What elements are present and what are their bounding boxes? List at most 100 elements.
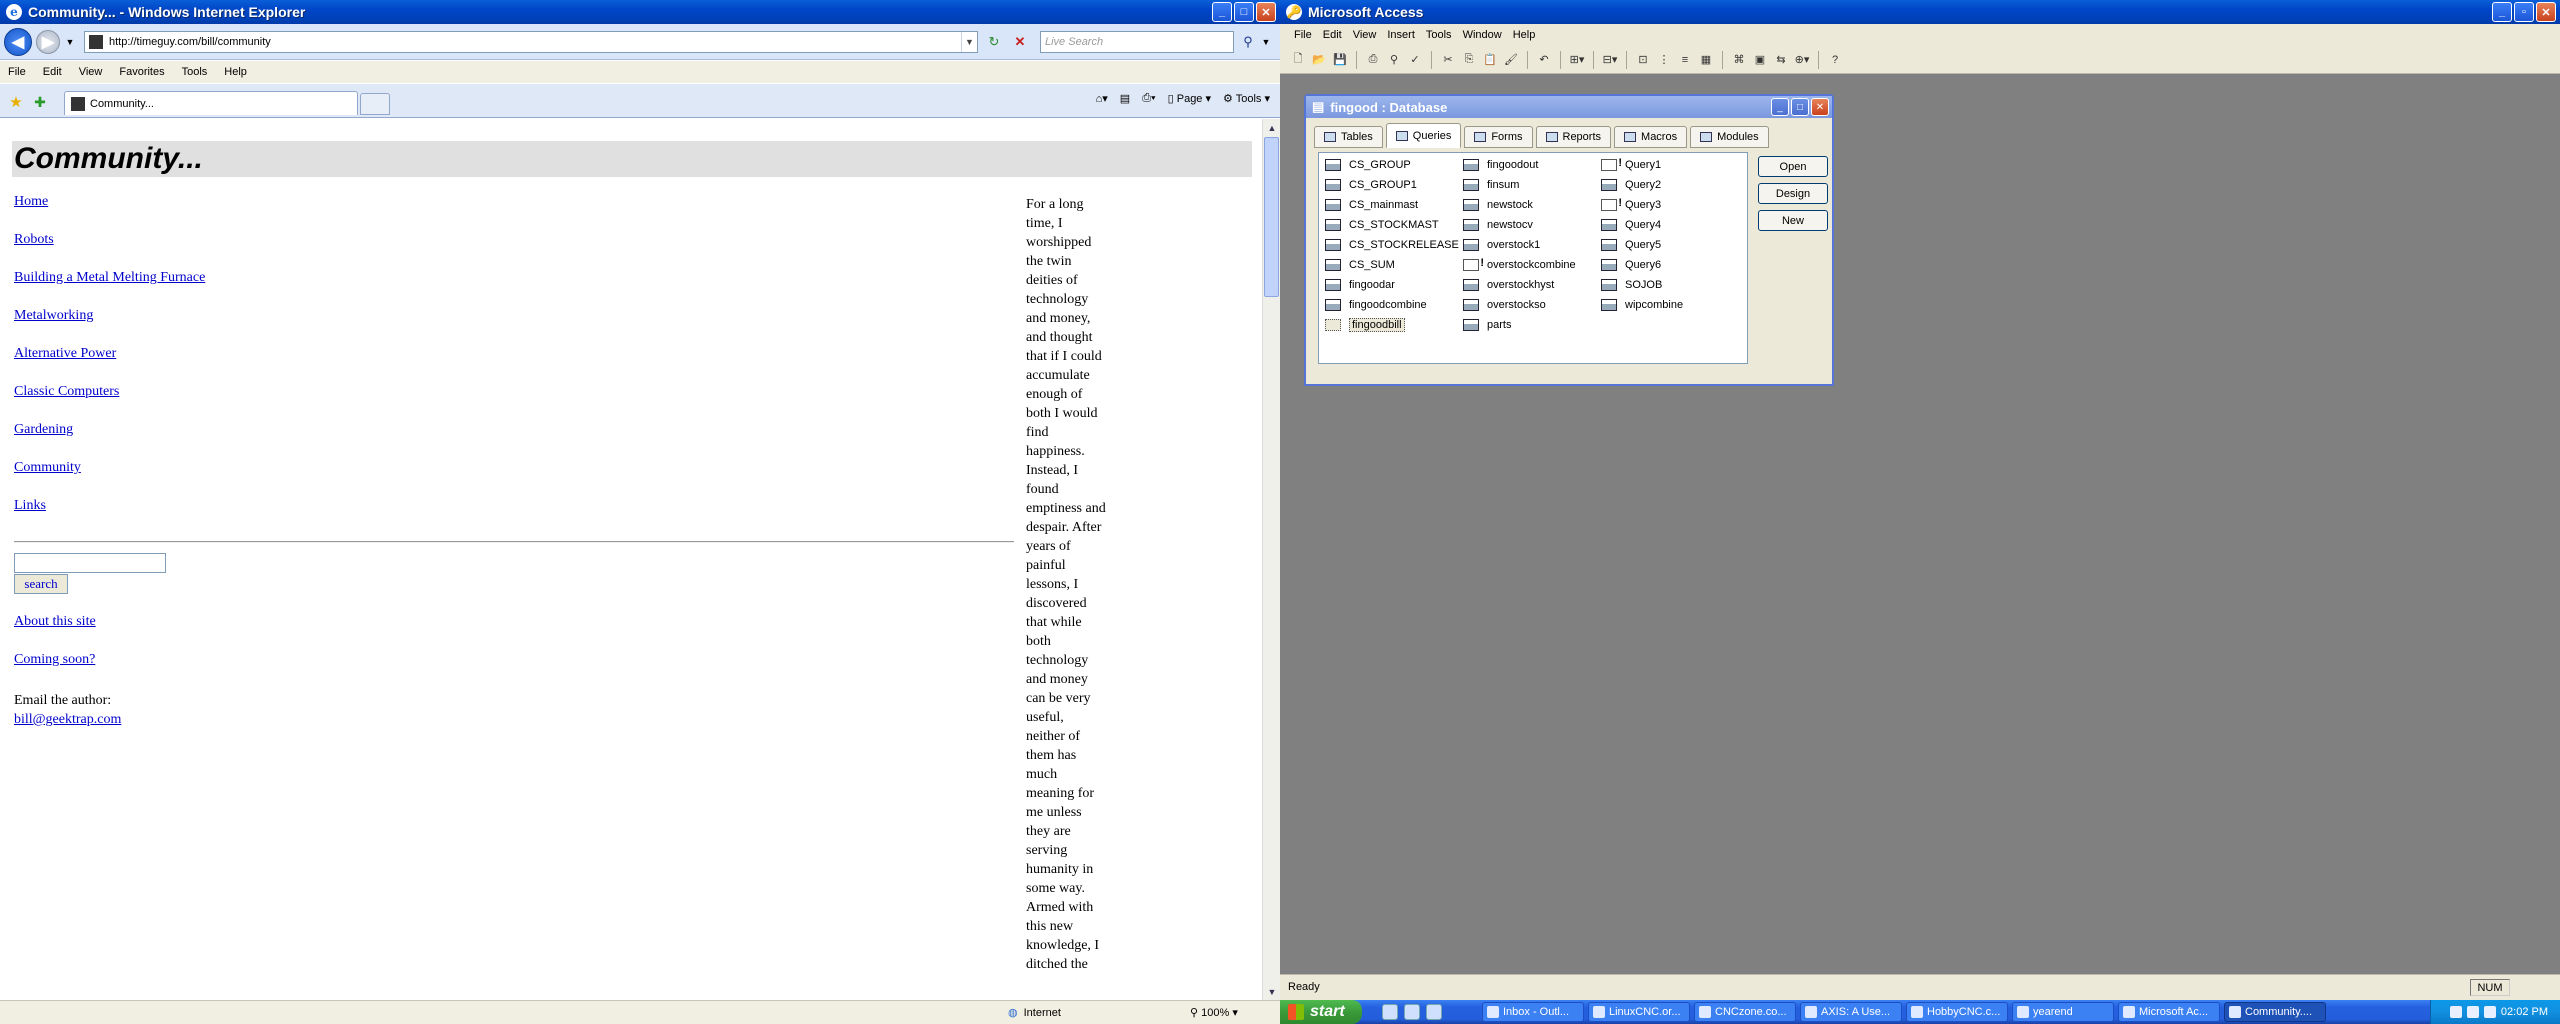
live-search-input[interactable]: Live Search — [1040, 31, 1234, 53]
task-cnczone[interactable]: CNCzone.co... — [1694, 1002, 1796, 1022]
large-icons-icon[interactable]: ⊡ — [1635, 52, 1651, 68]
tray-app-icon[interactable] — [2483, 1006, 2496, 1018]
query-item[interactable]: finsum — [1463, 175, 1576, 195]
print-icon[interactable]: ⎙ — [1365, 52, 1381, 68]
add-favorites-icon[interactable]: ✚ — [30, 92, 50, 112]
design-button[interactable]: Design — [1758, 183, 1828, 204]
task-yearend[interactable]: yearend — [2012, 1002, 2114, 1022]
scroll-up-icon[interactable]: ▲ — [1263, 119, 1281, 136]
minimize-button[interactable]: _ — [1212, 2, 1232, 22]
task-linuxcnc[interactable]: LinuxCNC.or... — [1588, 1002, 1690, 1022]
query-item[interactable]: Query4 — [1601, 215, 1683, 235]
new-tab-button[interactable] — [360, 93, 390, 115]
cut-icon[interactable]: ✂ — [1440, 52, 1456, 68]
query-item[interactable]: Query1 — [1601, 155, 1683, 175]
coming-soon-link[interactable]: Coming soon? — [14, 652, 96, 690]
address-dropdown-icon[interactable]: ▼ — [961, 32, 977, 52]
spelling-icon[interactable]: ✓ — [1407, 52, 1423, 68]
query-item[interactable]: Query2 — [1601, 175, 1683, 195]
nav-link-community[interactable]: Community — [14, 460, 205, 498]
ie-quicklaunch-icon[interactable] — [1382, 1004, 1398, 1020]
access-menu-tools[interactable]: Tools — [1426, 29, 1452, 41]
access-menu-file[interactable]: File — [1294, 29, 1312, 41]
query-item[interactable]: overstockso — [1463, 295, 1576, 315]
ie-title-bar[interactable]: e Community... - Windows Internet Explor… — [0, 0, 1280, 24]
home-icon[interactable]: ⌂▾ — [1096, 92, 1108, 105]
access-close-button[interactable]: ✕ — [2536, 2, 2556, 22]
address-field[interactable]: http://timeguy.com/bill/community ▼ — [84, 31, 978, 53]
start-button[interactable]: start — [1280, 1000, 1362, 1024]
feeds-icon[interactable]: ▤ — [1120, 92, 1130, 105]
scroll-thumb[interactable] — [1264, 137, 1279, 297]
list-icon[interactable]: ≡ — [1677, 52, 1693, 68]
copy-icon[interactable]: ⎘ — [1461, 52, 1477, 68]
office-links-icon[interactable]: ⊞▾ — [1569, 52, 1585, 68]
task-axis[interactable]: AXIS: A Use... — [1800, 1002, 1902, 1022]
query-item[interactable]: wipcombine — [1601, 295, 1683, 315]
nav-link-home[interactable]: Home — [14, 194, 205, 232]
menu-help[interactable]: Help — [224, 66, 247, 78]
db-maximize-button[interactable]: □ — [1791, 98, 1809, 116]
tab-tables[interactable]: Tables — [1314, 126, 1383, 148]
stop-icon[interactable]: ✕ — [1010, 32, 1030, 52]
access-minimize-button[interactable]: _ — [2492, 2, 2512, 22]
menu-file[interactable]: File — [8, 66, 26, 78]
nav-link-links[interactable]: Links — [14, 498, 205, 536]
access-menu-view[interactable]: View — [1353, 29, 1377, 41]
query-item[interactable]: newstock — [1463, 195, 1576, 215]
query-item[interactable]: CS_mainmast — [1325, 195, 1459, 215]
query-item[interactable]: overstockhyst — [1463, 275, 1576, 295]
query-item[interactable]: Query6 — [1601, 255, 1683, 275]
access-menu-insert[interactable]: Insert — [1387, 29, 1415, 41]
query-item[interactable]: CS_SUM — [1325, 255, 1459, 275]
query-item[interactable]: CS_STOCKMAST — [1325, 215, 1459, 235]
show-desktop-icon[interactable] — [1426, 1004, 1442, 1020]
new-object-icon[interactable]: ⊕▾ — [1794, 52, 1810, 68]
tab-queries[interactable]: Queries — [1385, 123, 1462, 148]
tab-macros[interactable]: Macros — [1614, 126, 1688, 148]
code-icon[interactable]: ⌘ — [1731, 52, 1747, 68]
query-item[interactable]: CS_GROUP — [1325, 155, 1459, 175]
maximize-button[interactable]: □ — [1234, 2, 1254, 22]
tab-reports[interactable]: Reports — [1535, 126, 1612, 148]
query-item[interactable]: overstock1 — [1463, 235, 1576, 255]
refresh-icon[interactable]: ↻ — [984, 32, 1004, 52]
outlook-quicklaunch-icon[interactable] — [1404, 1004, 1420, 1020]
small-icons-icon[interactable]: ⋮ — [1656, 52, 1672, 68]
menu-favorites[interactable]: Favorites — [119, 66, 164, 78]
site-search-input[interactable] — [14, 553, 166, 573]
access-title-bar[interactable]: 🔑 Microsoft Access _ ▫ ✕ — [1280, 0, 2560, 24]
analyze-icon[interactable]: ⊟▾ — [1602, 52, 1618, 68]
db-close-button[interactable]: ✕ — [1811, 98, 1829, 116]
query-item[interactable]: fingoodout — [1463, 155, 1576, 175]
help-icon[interactable]: ? — [1827, 52, 1843, 68]
save-icon[interactable]: 💾 — [1332, 52, 1348, 68]
new-icon[interactable]: 🗋 — [1290, 52, 1306, 68]
undo-icon[interactable]: ↶ — [1536, 52, 1552, 68]
menu-tools[interactable]: Tools — [182, 66, 208, 78]
query-item[interactable]: CS_GROUP1 — [1325, 175, 1459, 195]
menu-edit[interactable]: Edit — [43, 66, 62, 78]
tab-modules[interactable]: Modules — [1690, 126, 1769, 148]
query-item[interactable]: SOJOB — [1601, 275, 1683, 295]
clock[interactable]: 02:02 PM — [2501, 1006, 2548, 1018]
properties-icon[interactable]: ▣ — [1752, 52, 1768, 68]
nav-link-alternative-power[interactable]: Alternative Power — [14, 346, 205, 384]
query-item[interactable]: fingoodcombine — [1325, 295, 1459, 315]
paste-icon[interactable]: 📋 — [1482, 52, 1498, 68]
page-menu[interactable]: ▯ Page ▾ — [1168, 92, 1211, 105]
tools-menu[interactable]: ⚙ Tools ▾ — [1223, 92, 1270, 105]
tab-community[interactable]: Community... — [64, 91, 358, 115]
query-item-selected[interactable]: fingoodbill — [1325, 315, 1459, 335]
query-item[interactable]: Query5 — [1601, 235, 1683, 255]
db-minimize-button[interactable]: _ — [1771, 98, 1789, 116]
page-scrollbar[interactable]: ▲ ▼ — [1262, 119, 1280, 1000]
open-button[interactable]: Open — [1758, 156, 1828, 177]
close-button[interactable]: ✕ — [1256, 2, 1276, 22]
nav-link-furnace[interactable]: Building a Metal Melting Furnace — [14, 270, 205, 308]
new-button[interactable]: New — [1758, 210, 1828, 231]
relationships-icon[interactable]: ⇆ — [1773, 52, 1789, 68]
task-hobbycnc[interactable]: HobbyCNC.c... — [1906, 1002, 2008, 1022]
database-title-bar[interactable]: ▤ fingood : Database — [1306, 96, 1832, 118]
tab-forms[interactable]: Forms — [1464, 126, 1533, 148]
